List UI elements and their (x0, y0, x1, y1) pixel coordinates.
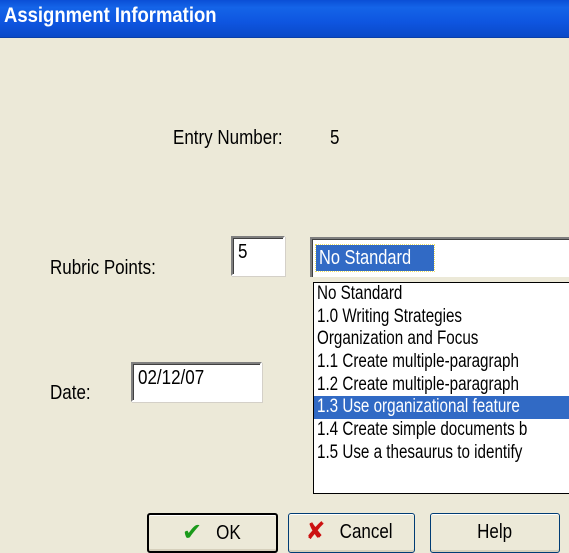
list-item[interactable]: 1.4 Create simple documents b (314, 419, 569, 442)
cancel-button[interactable]: ✘ Cancel (288, 513, 415, 553)
rubric-points-value: 5 (238, 241, 248, 263)
rubric-points-input[interactable]: 5 (231, 236, 285, 276)
x-icon: ✘ (305, 518, 326, 545)
list-item[interactable]: No Standard (314, 283, 569, 306)
title-bar[interactable]: Assignment Information (0, 0, 569, 38)
rubric-points-label: Rubric Points: (50, 257, 156, 279)
help-label: Help (477, 521, 513, 543)
help-button[interactable]: Help (430, 513, 560, 553)
list-item[interactable]: 1.0 Writing Strategies (314, 306, 569, 329)
entry-number-value: 5 (330, 127, 340, 149)
list-item[interactable]: Organization and Focus (314, 328, 569, 351)
cancel-label: Cancel (340, 521, 394, 543)
list-item-highlighted[interactable]: 1.3 Use organizational feature (314, 396, 569, 420)
standard-combobox[interactable]: No Standard (310, 237, 569, 277)
entry-number-label: Entry Number: (173, 127, 283, 149)
list-item[interactable]: 1.5 Use a thesaurus to identify (314, 442, 569, 465)
date-value: 02/12/07 (138, 367, 205, 389)
standard-dropdown-list[interactable]: No Standard 1.0 Writing Strategies Organ… (313, 282, 569, 494)
standard-selected-text: No Standard (314, 244, 436, 272)
list-item[interactable]: 1.2 Create multiple-paragraph (314, 374, 569, 397)
ok-label: OK (216, 522, 241, 544)
list-item[interactable]: 1.1 Create multiple-paragraph (314, 351, 569, 374)
ok-button[interactable]: ✔ OK (147, 513, 278, 553)
window-title: Assignment Information (4, 4, 217, 27)
date-label: Date: (50, 382, 91, 404)
date-input[interactable]: 02/12/07 (131, 362, 262, 402)
check-icon: ✔ (181, 519, 203, 546)
